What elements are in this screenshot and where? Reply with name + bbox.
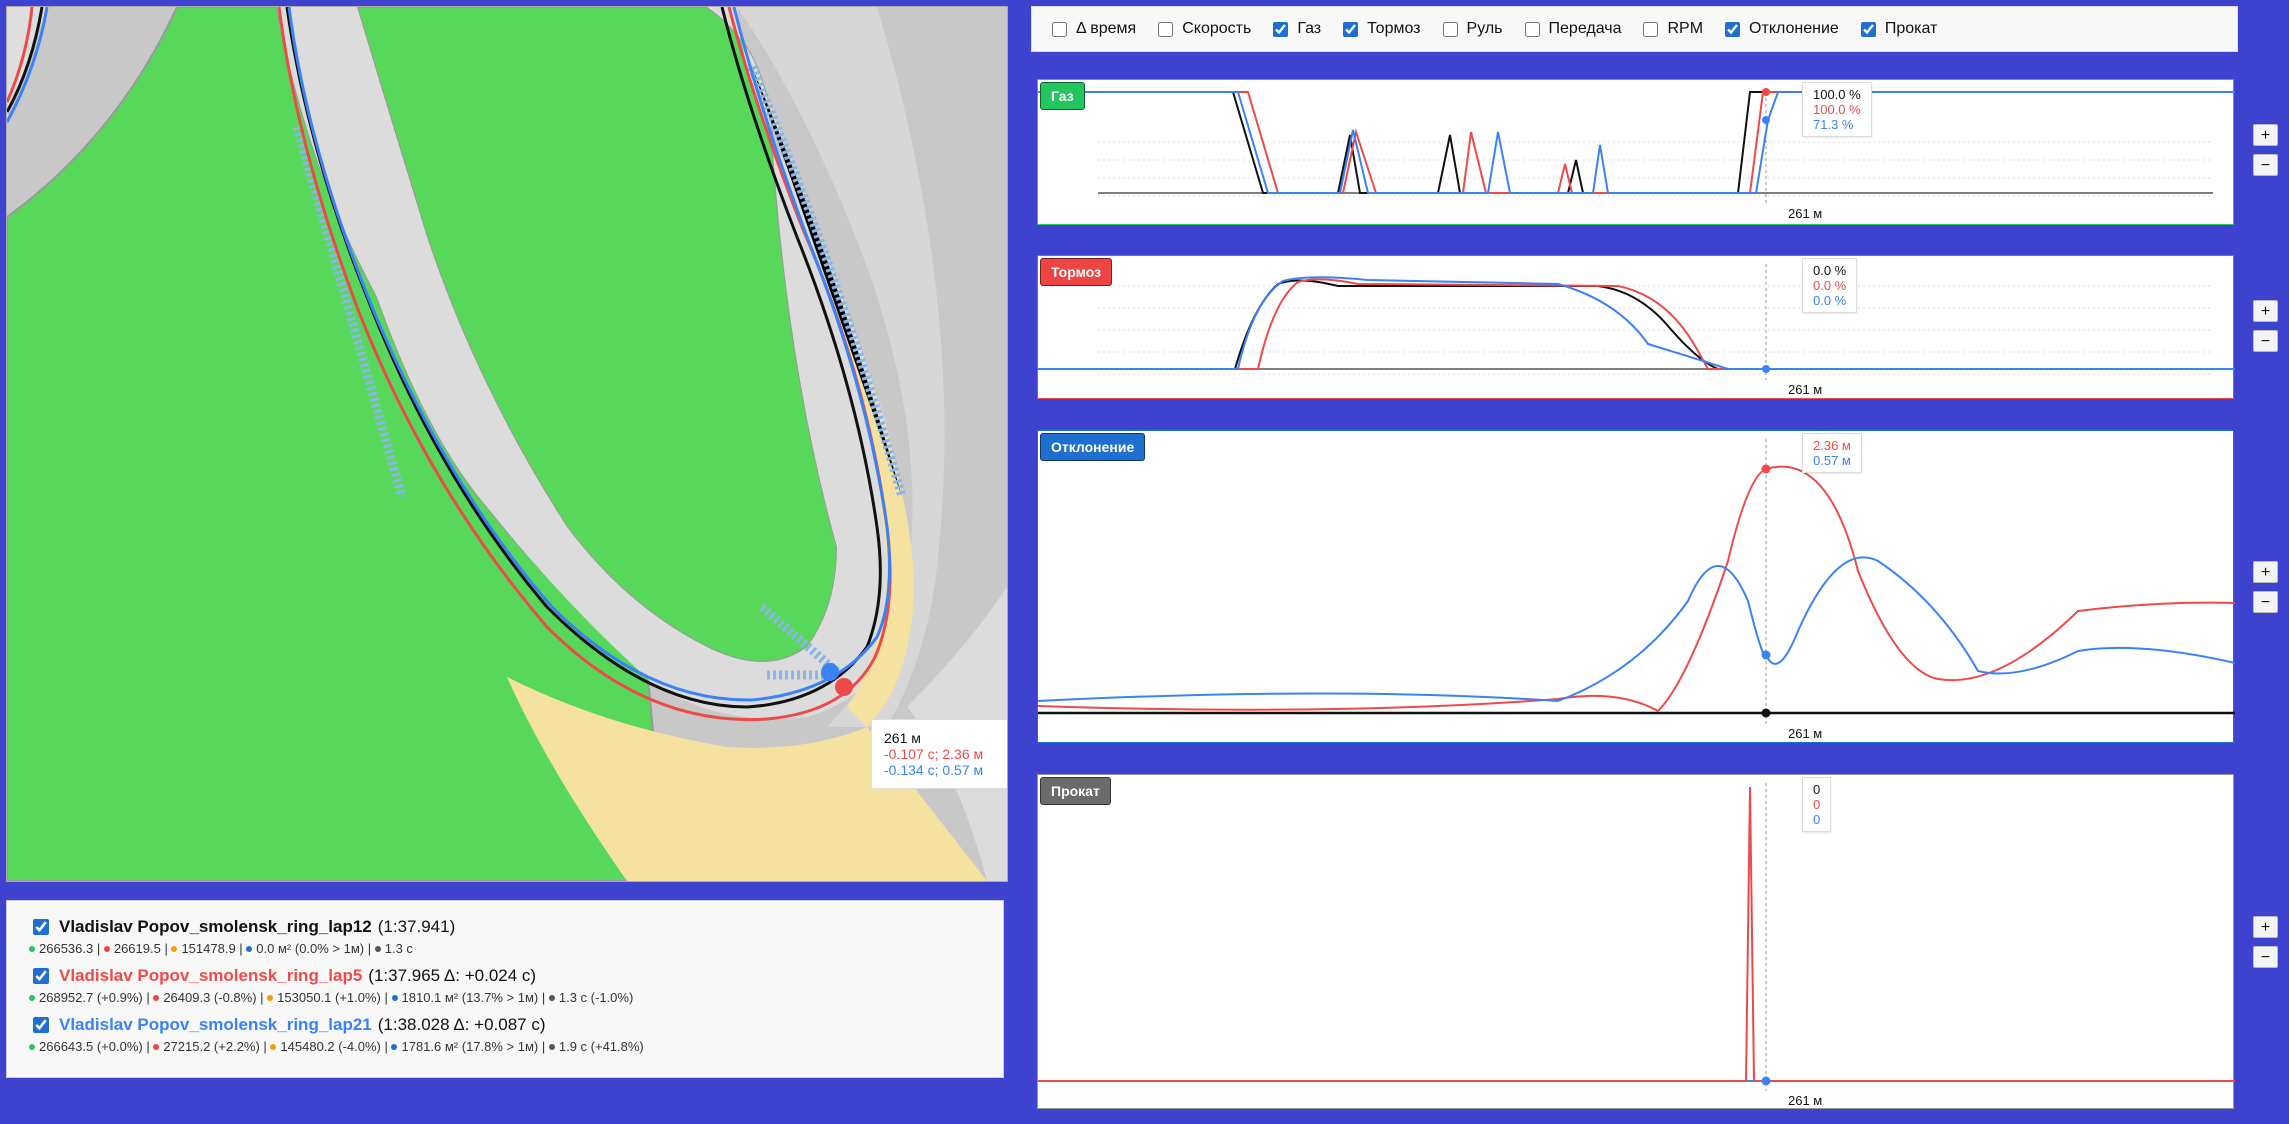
lap-checkbox[interactable] [33, 1017, 49, 1033]
throttle-chart-canvas [1038, 88, 2235, 206]
brake-tooltip: 0.0 % 0.0 % 0.0 % [1802, 258, 1858, 313]
deviation-tooltip: 2.36 м 0.57 м [1802, 433, 1862, 473]
toggle-delta-time[interactable]: Δ время [1052, 20, 1136, 38]
lap-item: Vladislav Popov_smolensk_ring_lap12 (1:3… [23, 915, 987, 959]
lap-time: (1:37.965 Δ: +0.024 с) [368, 966, 537, 985]
deviation-distance: 261 м [1788, 726, 1823, 741]
lap-stats: 268952.7 (+0.9%) | 26409.3 (-0.8%) | 153… [29, 988, 987, 1008]
lap-name: Vladislav Popov_smolensk_ring_lap12 [59, 917, 372, 936]
coasting-badge: Прокат [1040, 777, 1111, 805]
toggle-deviation[interactable]: Отклонение [1725, 20, 1839, 38]
throttle-zoom-in-button[interactable]: + [2253, 124, 2278, 146]
brake-zoom-in-button[interactable]: + [2253, 300, 2278, 322]
deviation-zoom-out-button[interactable]: − [2253, 591, 2278, 613]
track-map[interactable]: 261 м -0.107 с; 2.36 м -0.134 с; 0.57 м [6, 6, 1008, 882]
throttle-zoom-out-button[interactable]: − [2253, 154, 2278, 176]
brake-chart[interactable]: Тормоз 0.0 % 0.0 % 0.0 % 261 м [1037, 255, 2235, 399]
lap-time: (1:38.028 Δ: +0.087 с) [377, 1015, 546, 1034]
toggle-steering[interactable]: Руль [1442, 20, 1503, 38]
throttle-distance: 261 м [1788, 206, 1823, 221]
deviation-badge: Отклонение [1040, 433, 1146, 461]
channel-toolbar: Δ время Скорость Газ Тормоз Руль Передач… [1031, 6, 2238, 52]
coasting-chart-canvas [1038, 783, 2235, 1091]
map-tooltip-distance: 261 м [884, 730, 921, 746]
map-tooltip: 261 м -0.107 с; 2.36 м -0.134 с; 0.57 м [871, 719, 1007, 789]
toggle-speed[interactable]: Скорость [1158, 20, 1251, 38]
lap-name: Vladislav Popov_smolensk_ring_lap21 [59, 1015, 372, 1034]
lap-time: (1:37.941) [377, 917, 456, 936]
toggle-rpm[interactable]: RPM [1643, 20, 1703, 38]
throttle-tooltip: 100.0 % 100.0 % 71.3 % [1802, 82, 1872, 137]
toggle-brake[interactable]: Тормоз [1343, 20, 1421, 38]
throttle-chart[interactable]: Газ 100.0 % 100.0 % 71.3 % 261 м [1037, 79, 2235, 225]
coasting-tooltip: 0 0 0 [1802, 777, 1832, 832]
coasting-zoom-in-button[interactable]: + [2253, 916, 2278, 938]
lap-checkbox[interactable] [33, 968, 49, 984]
toggle-gear[interactable]: Передача [1524, 20, 1621, 38]
lap-stats: 266643.5 (+0.0%) | 27215.2 (+2.2%) | 145… [29, 1037, 987, 1057]
coasting-distance: 261 м [1788, 1093, 1823, 1108]
brake-zoom-out-button[interactable]: − [2253, 330, 2278, 352]
lap-item: Vladislav Popov_smolensk_ring_lap21 (1:3… [23, 1013, 987, 1057]
lap-name: Vladislav Popov_smolensk_ring_lap5 [59, 966, 363, 985]
deviation-chart-canvas [1038, 439, 2235, 724]
toggle-coasting[interactable]: Прокат [1860, 20, 1937, 38]
track-map-canvas [7, 7, 1007, 881]
toggle-throttle[interactable]: Газ [1273, 20, 1321, 38]
coasting-chart[interactable]: Прокат 0 0 0 261 м [1037, 774, 2235, 1109]
laps-legend: Vladislav Popov_smolensk_ring_lap12 (1:3… [6, 900, 1004, 1078]
brake-chart-canvas [1038, 264, 2235, 380]
lap-checkbox[interactable] [33, 919, 49, 935]
map-tooltip-blue: -0.134 с; 0.57 м [884, 762, 984, 778]
deviation-chart[interactable]: Отклонение 2.36 м 0.57 м 261 м [1037, 430, 2235, 743]
brake-badge: Тормоз [1040, 258, 1113, 286]
map-tooltip-red: -0.107 с; 2.36 м [884, 746, 984, 762]
lap-stats: 266536.3 | 26619.5 | 151478.9 | 0.0 м² (… [29, 939, 987, 959]
throttle-badge: Газ [1040, 82, 1085, 110]
deviation-zoom-in-button[interactable]: + [2253, 561, 2278, 583]
brake-distance: 261 м [1788, 382, 1823, 397]
coasting-zoom-out-button[interactable]: − [2253, 946, 2278, 968]
lap-item: Vladislav Popov_smolensk_ring_lap5 (1:37… [23, 964, 987, 1008]
